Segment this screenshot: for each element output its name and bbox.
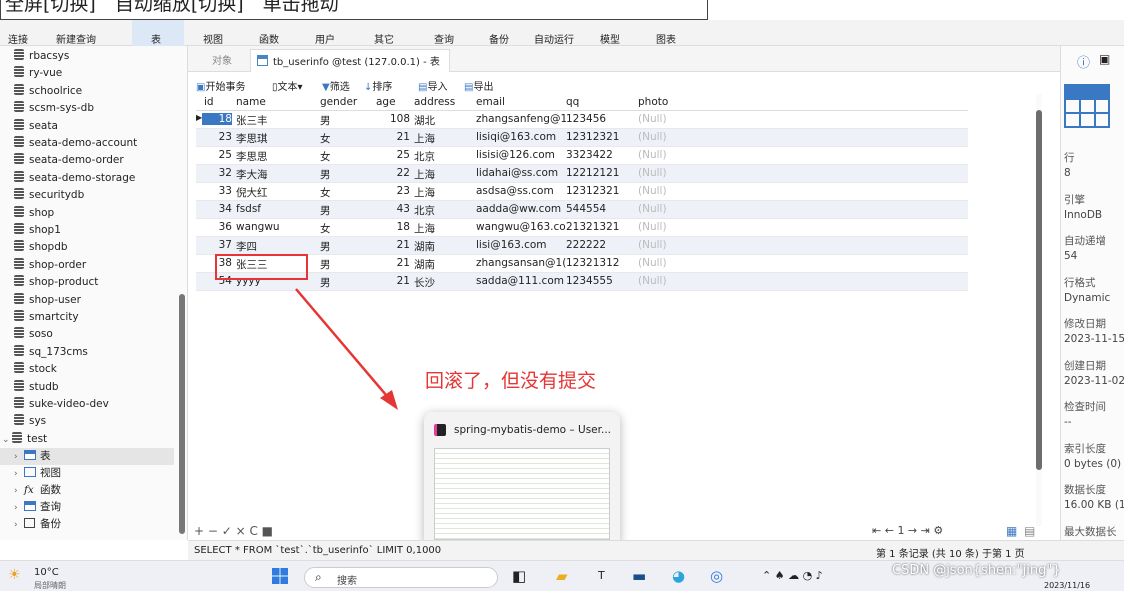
chrome-icon[interactable]: ◎ [710, 567, 723, 585]
property-value: 8 [1064, 167, 1071, 179]
typora-icon[interactable]: T [598, 569, 605, 582]
grid-view-icon[interactable]: ▦ [1006, 524, 1017, 538]
status-record-info: 第 1 条记录 (共 10 条) 于第 1 页 [876, 549, 1025, 560]
search-icon: ⌕ [315, 570, 322, 584]
weather-icon[interactable]: ☀ [8, 567, 21, 583]
screenshot-overlay-title: 全屏[切换] 自动缩放[切换] 单击拖动 [0, 0, 708, 20]
property-label: 最大数据长 [1064, 525, 1117, 538]
table-large-icon [1064, 84, 1110, 128]
property-label: 索引长度 [1064, 442, 1106, 455]
windows-start-icon[interactable] [272, 568, 288, 584]
property-label: 自动递增 [1064, 235, 1106, 247]
monitor-app-icon[interactable]: ▬ [632, 567, 646, 585]
property-label: 数据长度 [1064, 484, 1106, 496]
taskbar-search-box[interactable]: ⌕ 搜索 [304, 567, 498, 588]
file-explorer-icon[interactable]: ▰ [556, 567, 568, 585]
property-value: 2023-11-15 [1064, 333, 1124, 345]
property-value: 2023-11-02 [1064, 374, 1124, 387]
property-value: -- [1064, 416, 1072, 428]
status-bar: SELECT * FROM `test`.`tb_userinfo` LIMIT… [188, 540, 1124, 560]
property-value: 0 bytes (0) [1064, 457, 1122, 470]
property-label: 行格式 [1064, 276, 1096, 289]
navicat-window: 全屏[切换] 自动缩放[切换] 单击拖动 连接 新建查询 表 视图 函数 用户 … [0, 0, 1124, 591]
property-label: 创建日期 [1064, 359, 1106, 372]
page-number[interactable]: 1 [897, 524, 904, 537]
intellij-taskbar-icon[interactable]: ◧ [512, 567, 526, 585]
object-info-panel: ⓘ ▣ 行 8 引擎 InnoDB 自动递增 54 行格式 Dynamic 修改日期 2023-1… [1060, 46, 1124, 540]
windows-taskbar: ☀ 10°C 局部晴朗 ⌕ 搜索 ◧ ▰ T ▬ ◕ ◎ ⌃ ♠ ☁ ◔ ♪ C… [0, 560, 1124, 591]
ddl-icon[interactable]: ▣ [1099, 52, 1110, 66]
pager-controls[interactable]: ⇤ ← 1 → ⇥ ⚙ [872, 524, 943, 537]
weather-desc: 局部晴朗 [34, 581, 66, 590]
property-value: Dynamic [1064, 291, 1111, 304]
info-icon[interactable]: ⓘ [1077, 52, 1090, 71]
status-sql: SELECT * FROM `test`.`tb_userinfo` LIMIT… [194, 545, 442, 556]
tray-icons[interactable]: ⌃ ♠ ☁ ◔ ♪ [762, 569, 823, 582]
navicat-taskbar-icon[interactable]: ◕ [672, 567, 685, 585]
grid-bottom-bar: + − ✓ × C ■ ⇤ ← 1 → ⇥ ⚙ ▦ ▤ [188, 524, 1060, 540]
property-label: 引擎 [1064, 193, 1085, 206]
property-value: 16.00 KB (16 [1064, 499, 1124, 511]
property-value: InnoDB [1064, 208, 1103, 221]
property-value: 54 [1064, 250, 1078, 262]
property-label: 行 [1064, 152, 1075, 164]
weather-temp: 10°C [34, 567, 59, 578]
csdn-watermark: CSDN @json{shen:"jing"} [892, 563, 1061, 578]
form-view-icon[interactable]: ▤ [1024, 524, 1035, 538]
search-placeholder: 搜索 [337, 576, 357, 587]
popup-title: spring-mybatis-demo – User... [454, 424, 611, 436]
property-label: 修改日期 [1064, 318, 1106, 330]
taskbar-date: 2023/11/16 [1044, 581, 1091, 590]
intellij-icon [434, 424, 446, 436]
property-label: 检查时间 [1064, 401, 1106, 413]
annotation-text: 回滚了，但没有提交 [425, 370, 597, 392]
record-edit-buttons[interactable]: + − ✓ × C ■ [194, 524, 273, 538]
